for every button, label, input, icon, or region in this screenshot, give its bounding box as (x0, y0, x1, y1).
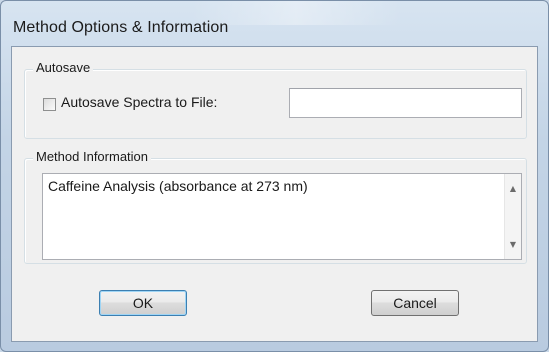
autosave-checkbox-label[interactable]: Autosave Spectra to File: (61, 94, 217, 110)
autosave-file-input[interactable] (289, 88, 522, 118)
method-information-group: Method Information Caffeine Analysis (ab… (24, 149, 527, 264)
method-information-scrollbar[interactable]: ▲ ▼ (504, 174, 521, 259)
dialog-client-area: Autosave Autosave Spectra to File: Metho… (11, 46, 538, 342)
autosave-group: Autosave Autosave Spectra to File: (24, 60, 527, 139)
method-information-textarea[interactable]: Caffeine Analysis (absorbance at 273 nm)… (42, 173, 522, 260)
method-information-text: Caffeine Analysis (absorbance at 273 nm) (48, 178, 308, 194)
dialog-window: Method Options & Information Autosave Au… (0, 0, 549, 352)
autosave-checkbox[interactable] (43, 98, 56, 111)
cancel-button[interactable]: Cancel (371, 290, 459, 316)
autosave-group-legend: Autosave (33, 60, 94, 75)
scroll-down-arrow-icon[interactable]: ▼ (505, 240, 521, 249)
ok-button[interactable]: OK (99, 290, 187, 316)
scroll-up-arrow-icon[interactable]: ▲ (505, 184, 521, 193)
window-title: Method Options & Information (13, 19, 229, 36)
method-information-legend: Method Information (33, 149, 152, 164)
ok-button-label: OK (132, 295, 154, 311)
cancel-button-label: Cancel (393, 295, 437, 311)
